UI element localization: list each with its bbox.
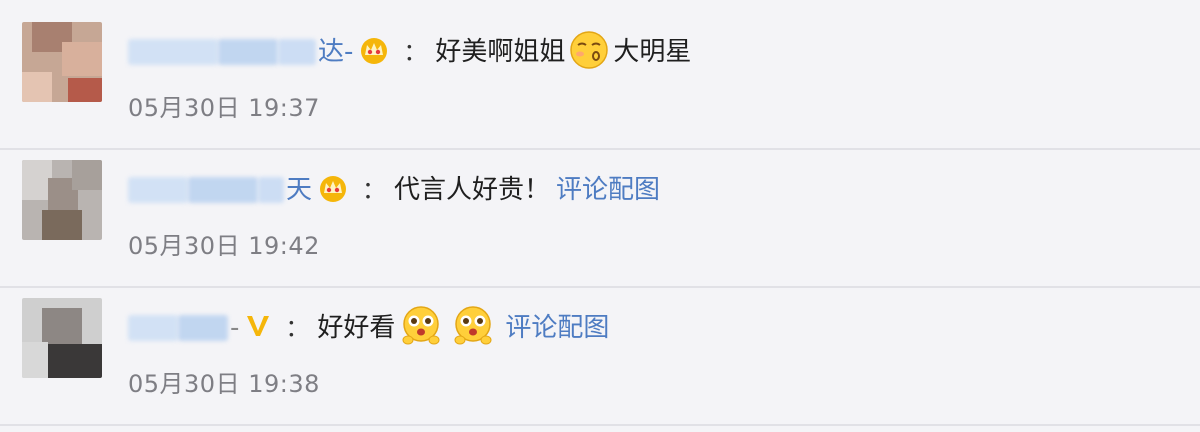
comment-text: 好好看 — [317, 313, 396, 343]
pleading-face-emoji — [399, 304, 443, 352]
colon: ： — [285, 314, 310, 342]
timestamp: 05月30日 19:38 — [128, 370, 320, 398]
verified-v-icon — [245, 312, 271, 344]
username[interactable]: 天 ： 代言人好贵！ 评论配图 — [128, 168, 660, 212]
comment-item: - ： 好好看 评论配图 05月30日 19:38 — [0, 284, 1200, 422]
divider — [0, 424, 1200, 426]
username-tail[interactable]: 天 — [286, 168, 312, 212]
comment-list: 达- ： 好美啊姐姐 大明星 05月30日 19:37 天 ： 代言人好贵！ 评… — [0, 0, 1200, 432]
crown-icon — [359, 36, 389, 68]
comment-item: 达- ： 好美啊姐姐 大明星 05月30日 19:37 — [0, 8, 1200, 146]
timestamp: 05月30日 19:42 — [128, 232, 320, 260]
comment-text-after-emoji: 大明星 — [613, 37, 692, 67]
avatar[interactable] — [22, 22, 102, 102]
comment-item: 天 ： 代言人好贵！ 评论配图 05月30日 19:42 — [0, 146, 1200, 284]
avatar[interactable] — [22, 160, 102, 240]
username-tail[interactable]: 达- — [318, 30, 353, 74]
kiss-face-emoji — [569, 30, 609, 74]
username-tail[interactable]: - — [230, 306, 239, 350]
comment-image-link[interactable]: 评论配图 — [556, 168, 660, 212]
username[interactable]: 达- ： 好美啊姐姐 大明星 — [128, 30, 691, 74]
comment-text: 代言人好贵！ — [394, 175, 551, 205]
colon: ： — [403, 38, 428, 66]
pleading-face-emoji — [451, 304, 495, 352]
comment-text: 好美啊姐姐 — [435, 37, 566, 67]
avatar[interactable] — [22, 298, 102, 378]
comment-image-link[interactable]: 评论配图 — [505, 306, 609, 350]
colon: ： — [362, 176, 387, 204]
crown-icon — [318, 174, 348, 206]
username[interactable]: - ： 好好看 评论配图 — [128, 306, 609, 350]
timestamp: 05月30日 19:37 — [128, 94, 320, 122]
